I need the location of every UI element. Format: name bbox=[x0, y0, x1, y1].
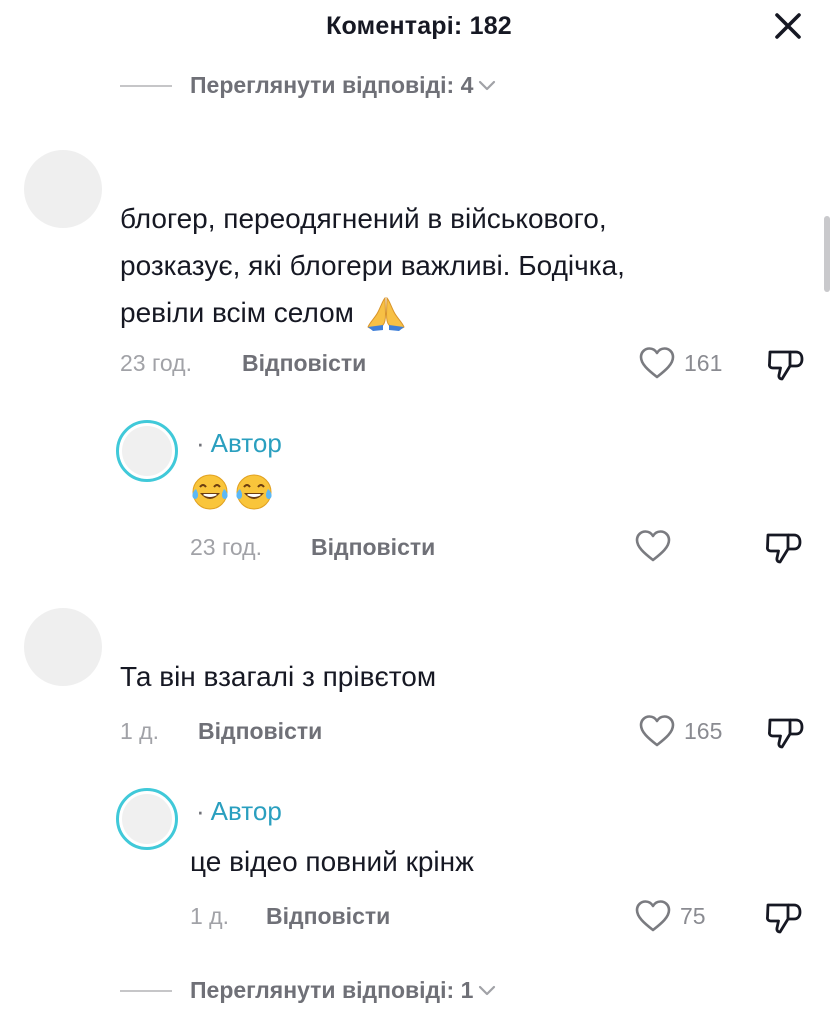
thumbs-down-icon bbox=[768, 718, 804, 749]
view-replies-label: Переглянути відповіді: 4 bbox=[190, 72, 474, 98]
chevron-down-icon bbox=[478, 985, 496, 997]
tears-of-joy-emoji-icon bbox=[190, 472, 230, 517]
dislike-button[interactable] bbox=[766, 714, 806, 755]
reply-text: це відео повний крінж bbox=[190, 846, 474, 877]
heart-outline-icon bbox=[639, 715, 675, 747]
like-button[interactable]: 161 bbox=[638, 346, 722, 380]
comment-line: розказує, які блогери важливі. Бодічка, bbox=[120, 250, 625, 281]
view-replies-toggle-top[interactable]: Переглянути відповіді: 4 bbox=[120, 72, 496, 99]
dislike-button[interactable] bbox=[766, 346, 806, 387]
heart-outline-icon bbox=[635, 530, 671, 562]
avatar[interactable] bbox=[24, 150, 102, 228]
reply-time: 1 д. bbox=[190, 903, 229, 929]
like-count: 75 bbox=[680, 902, 706, 929]
thumbs-down-icon bbox=[768, 350, 804, 381]
close-icon bbox=[775, 13, 801, 39]
heart-outline-icon bbox=[635, 900, 671, 932]
reply-time: 23 год. bbox=[190, 534, 262, 560]
author-label: Автор bbox=[210, 796, 282, 826]
like-button[interactable]: 165 bbox=[638, 714, 722, 748]
chevron-down-icon bbox=[478, 80, 496, 92]
comment-line: блогер, переодягнений в військового, bbox=[120, 203, 607, 234]
author-dot: · bbox=[196, 796, 205, 826]
thumbs-down-icon bbox=[766, 903, 802, 934]
divider-line bbox=[120, 84, 172, 87]
like-count: 161 bbox=[684, 349, 723, 376]
author-tag: · Автор bbox=[196, 428, 282, 459]
reply-button[interactable]: Відповісти bbox=[198, 718, 322, 745]
reply-button[interactable]: Відповісти bbox=[242, 350, 366, 377]
author-label: Автор bbox=[210, 428, 282, 458]
scrollbar-thumb[interactable] bbox=[824, 216, 830, 292]
comments-header: Коментарі: 182 bbox=[0, 0, 838, 56]
heart-outline-icon bbox=[639, 347, 675, 379]
like-button[interactable] bbox=[634, 529, 672, 563]
avatar[interactable] bbox=[24, 608, 102, 686]
author-avatar[interactable] bbox=[116, 788, 178, 850]
author-tag: · Автор bbox=[196, 796, 282, 827]
comment-line: ревіли всім селом bbox=[120, 297, 354, 328]
reply-emoji-text bbox=[190, 472, 274, 517]
dislike-button[interactable] bbox=[764, 529, 804, 570]
tears-of-joy-emoji-icon bbox=[234, 472, 274, 517]
view-replies-toggle-bottom[interactable]: Переглянути відповіді: 1 bbox=[120, 977, 496, 1004]
author-dot: · bbox=[196, 428, 205, 458]
folded-hands-emoji-icon bbox=[366, 294, 406, 332]
divider-line bbox=[120, 989, 172, 992]
close-button[interactable] bbox=[770, 8, 806, 44]
comments-count-title: Коментарі: 182 bbox=[326, 12, 512, 40]
comment-text: Та він взагалі з прівєтом bbox=[120, 653, 810, 700]
comment-time: 23 год. bbox=[120, 350, 192, 376]
comment-time: 1 д. bbox=[120, 718, 159, 744]
thumbs-down-icon bbox=[766, 533, 802, 564]
view-replies-label: Переглянути відповіді: 1 bbox=[190, 977, 474, 1003]
reply-button[interactable]: Відповісти bbox=[311, 534, 435, 561]
like-button[interactable]: 75 bbox=[634, 899, 706, 933]
dislike-button[interactable] bbox=[764, 899, 804, 940]
author-avatar[interactable] bbox=[116, 420, 178, 482]
like-count: 165 bbox=[684, 717, 723, 744]
comment-text: блогер, переодягнений в військового, роз… bbox=[120, 195, 810, 336]
comment-line: Та він взагалі з прівєтом bbox=[120, 661, 437, 692]
reply-button[interactable]: Відповісти bbox=[266, 903, 390, 930]
